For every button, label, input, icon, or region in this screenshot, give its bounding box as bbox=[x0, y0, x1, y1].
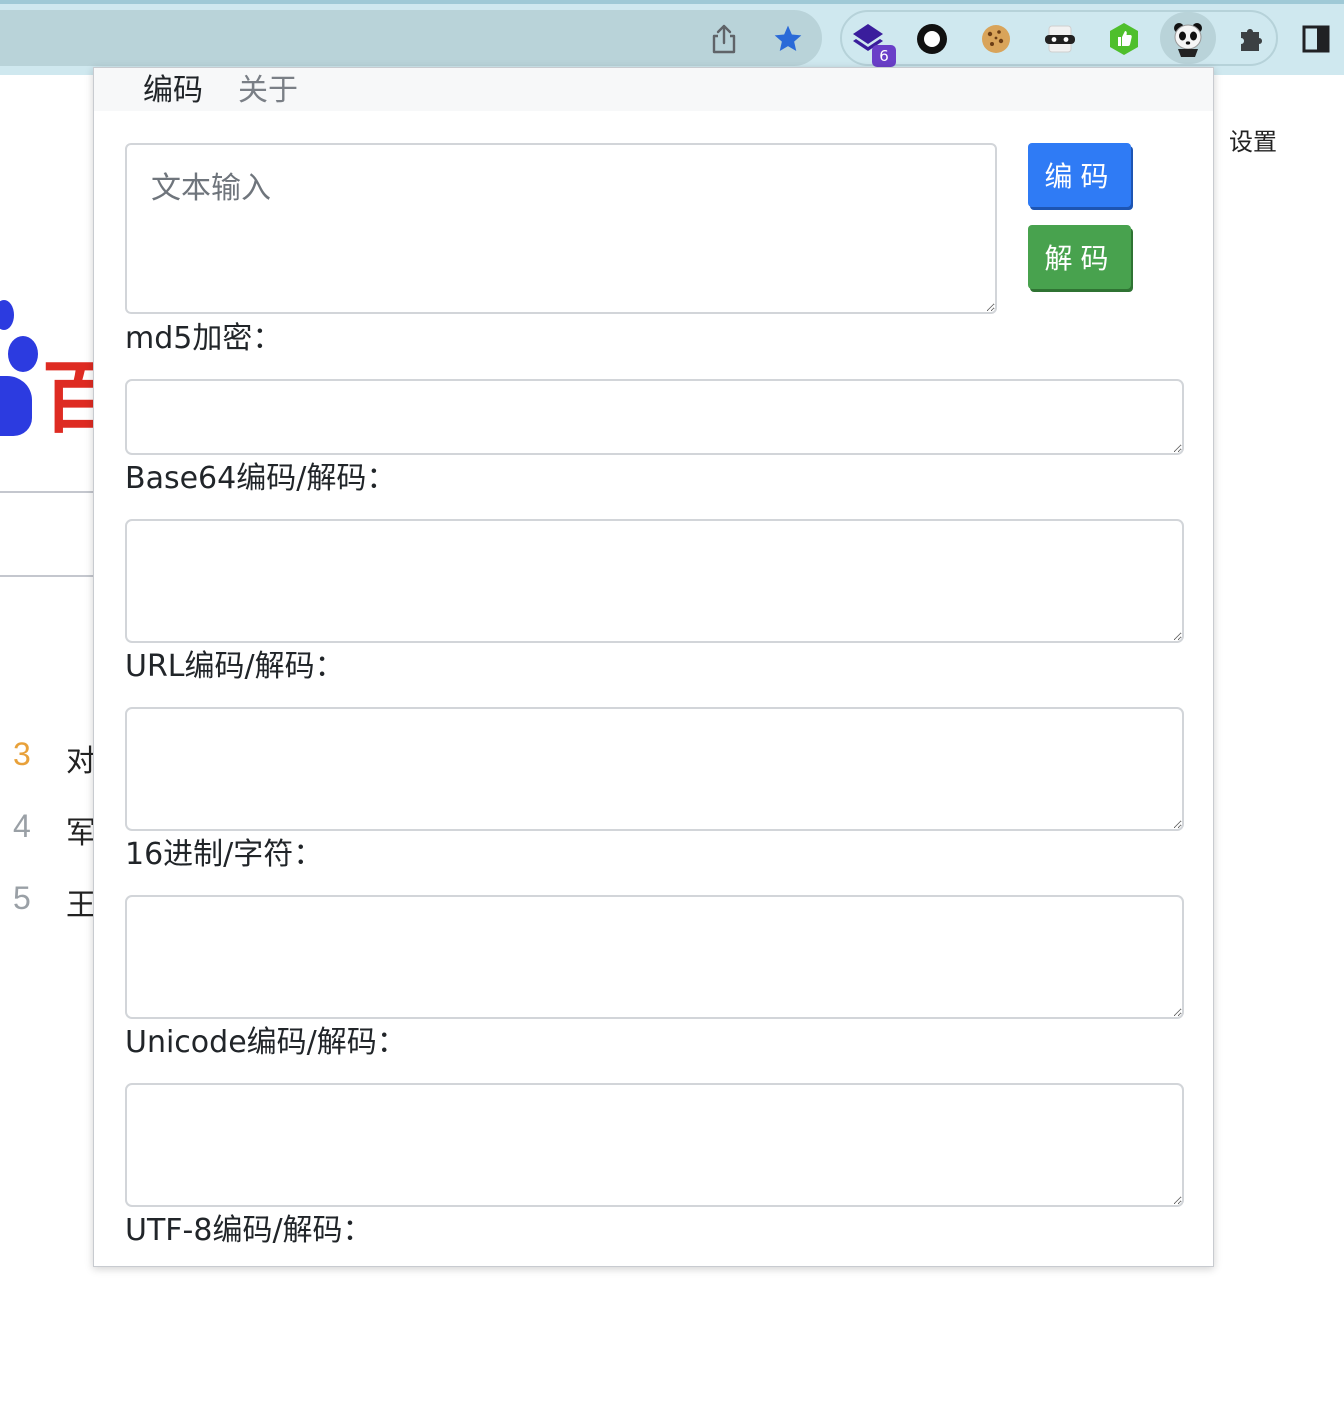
unicode-output[interactable] bbox=[125, 1083, 1184, 1207]
puzzle-extensions-icon[interactable] bbox=[1234, 21, 1270, 57]
rank-item-text[interactable]: 王 bbox=[66, 880, 96, 924]
tab-encode[interactable]: 编码 bbox=[143, 71, 203, 111]
logo-paw-pad bbox=[0, 376, 32, 436]
address-bar[interactable] bbox=[0, 10, 822, 66]
cookie-extension-icon[interactable] bbox=[978, 21, 1014, 57]
base64-label: Base64编码/解码： bbox=[125, 461, 397, 496]
settings-link[interactable]: 设置 bbox=[1229, 122, 1277, 157]
encode-button[interactable]: 编码 bbox=[1028, 143, 1131, 207]
extension-badge: 6 bbox=[872, 45, 896, 67]
share-icon[interactable] bbox=[708, 22, 740, 56]
bookmark-star-icon[interactable] bbox=[770, 22, 806, 56]
text-input[interactable] bbox=[125, 143, 997, 314]
decode-button[interactable]: 解码 bbox=[1028, 225, 1131, 289]
rank-item-text[interactable]: 对 bbox=[66, 736, 96, 780]
search-box-top-border bbox=[0, 491, 94, 493]
toolbar-top-line bbox=[0, 0, 1344, 4]
hex-output[interactable] bbox=[125, 895, 1184, 1019]
side-panel-icon[interactable] bbox=[1298, 21, 1334, 57]
tab-about[interactable]: 关于 bbox=[238, 71, 298, 111]
utf8-label: UTF-8编码/解码： bbox=[125, 1213, 373, 1248]
url-output[interactable] bbox=[125, 707, 1184, 831]
unicode-label: Unicode编码/解码： bbox=[125, 1025, 407, 1060]
rank-number: 3 bbox=[13, 736, 31, 772]
popup-nav: 编码 关于 bbox=[94, 68, 1213, 111]
hex-label: 16进制/字符： bbox=[125, 837, 324, 872]
thumbs-up-extension-icon[interactable] bbox=[1106, 21, 1142, 57]
circle-extension-icon[interactable] bbox=[914, 21, 950, 57]
browser-toolbar: 6 bbox=[0, 0, 1344, 75]
mask-extension-icon[interactable] bbox=[1042, 21, 1078, 57]
search-box-bottom-border bbox=[0, 575, 94, 577]
rank-number: 5 bbox=[13, 880, 31, 916]
url-label: URL编码/解码： bbox=[125, 649, 345, 684]
md5-label: md5加密： bbox=[125, 321, 283, 356]
logo-paw-toe bbox=[0, 300, 14, 330]
rank-item-text[interactable]: 军 bbox=[66, 808, 96, 852]
encoder-popup: 编码 关于 编码 解码 md5加密： Base64编码/解码： URL编码/解码… bbox=[93, 67, 1214, 1267]
base64-output[interactable] bbox=[125, 519, 1184, 643]
rank-number: 4 bbox=[13, 808, 31, 844]
logo-paw-toe bbox=[8, 336, 38, 372]
panda-extension-icon[interactable] bbox=[1168, 19, 1208, 59]
md5-output[interactable] bbox=[125, 379, 1184, 455]
